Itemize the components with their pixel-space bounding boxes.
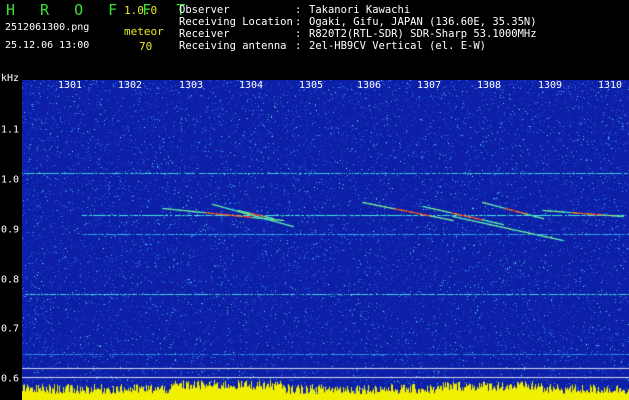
info-row-antenna: Receiving antenna:2el-HB9CV Vertical (el… [179,40,537,52]
info-label: Receiving Location [179,16,293,28]
station-info: Observer: Takanori Kawachi Receiving Loca… [179,4,537,52]
info-label: Receiver [179,28,230,40]
frequency-unit-label: kHz [1,73,20,84]
app-version: 1.0.0 [124,4,158,17]
freq-label: 1.1 [1,124,20,136]
info-label: Observer [179,4,230,16]
info-separator: : [295,4,302,16]
info-row-observer: Observer: Takanori Kawachi [179,4,537,16]
info-row-receiver: Receiver: R820T2(RTL-SDR) SDR-Sharp 53.10… [179,28,537,40]
info-value: Takanori Kawachi [309,4,411,16]
info-row-location: Receiving Location: Ogaki, Gifu, JAPAN (1… [179,16,537,28]
freq-label: 0.9 [1,224,20,236]
date-time: 25.12.06 13:00 [5,40,90,51]
meteor-count: 70 [139,40,153,53]
info-value: Ogaki, Gifu, JAPAN (136.60E, 35.35N) [309,16,537,28]
info-separator: : [295,28,302,40]
info-separator: : [295,40,302,52]
info-separator: : [295,16,302,28]
freq-label: 0.8 [1,274,20,286]
spectrogram-canvas [22,80,629,400]
info-value: R820T2(RTL-SDR) SDR-Sharp 53.1000MHz [309,28,537,40]
app-title: H R O F F T [6,1,194,19]
info-label: Receiving antenna [179,40,287,52]
freq-label: 1.0 [1,174,20,186]
info-value: 2el-HB9CV Vertical (el. E-W) [309,40,487,52]
freq-label: 0.7 [1,323,20,335]
spectrogram-plot [22,80,629,400]
freq-label: 0.6 [1,373,20,385]
meteor-label: meteor [124,25,164,38]
hrofft-window: H R O F F T 1.0.0 2512061300.png 25.12.0… [0,0,629,400]
file-name: 2512061300.png [5,22,90,33]
